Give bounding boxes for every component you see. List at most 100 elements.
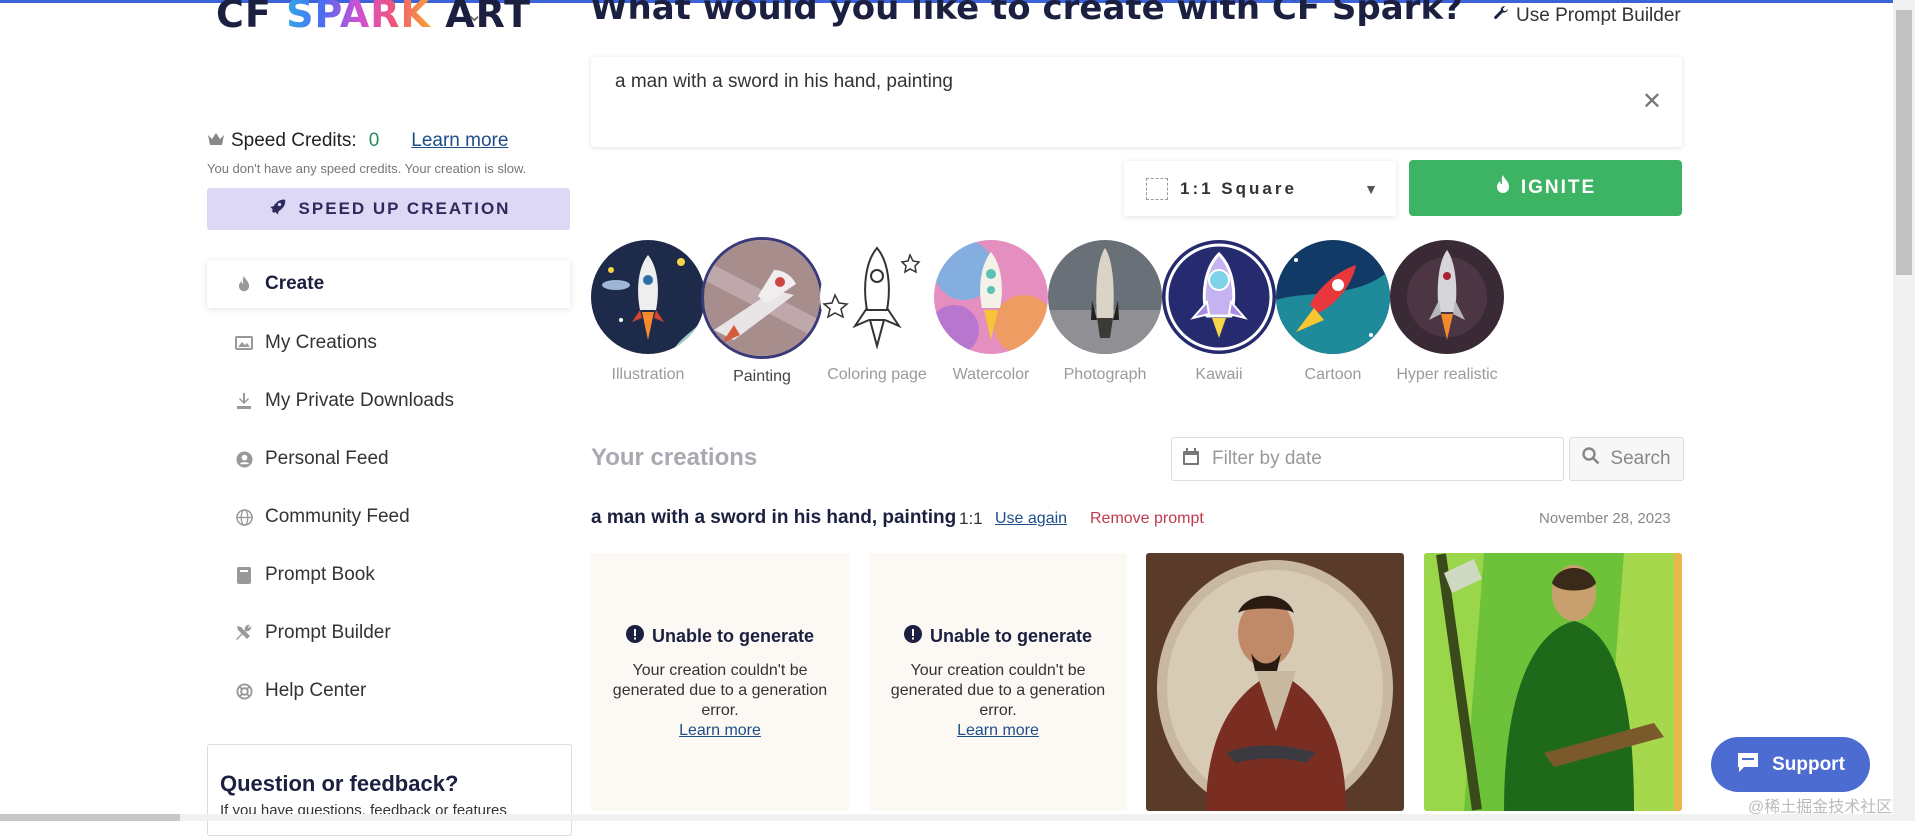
support-button[interactable]: Support — [1711, 737, 1870, 792]
error-description: Your creation couldn't be generated due … — [889, 661, 1107, 741]
images-icon — [235, 334, 253, 352]
photograph-thumbnail — [1048, 240, 1162, 354]
book-icon — [235, 566, 253, 584]
error-title-text: Unable to generate — [929, 626, 1093, 646]
kawaii-thumbnail — [1162, 240, 1276, 354]
style-hyper-realistic[interactable]: Hyper realistic — [1377, 240, 1517, 384]
chevron-down-icon[interactable]: ⌄ — [466, 2, 483, 27]
sidebar-nav: Create My Creations My Private Downloads… — [207, 260, 570, 720]
error-title: Unable to generate — [869, 625, 1127, 648]
sidebar-item-label: My Creations — [265, 332, 377, 353]
cartoon-thumbnail — [1276, 240, 1390, 354]
fire-icon — [1495, 175, 1511, 201]
wrench-icon — [1492, 4, 1510, 28]
hyper-realistic-thumbnail — [1390, 240, 1504, 354]
search-button[interactable]: Search — [1569, 437, 1684, 481]
use-prompt-builder-label: Use Prompt Builder — [1516, 5, 1681, 26]
ignite-label: IGNITE — [1520, 177, 1597, 198]
search-label: Search — [1610, 448, 1671, 469]
cf-spark-art-logo[interactable]: CF SPARK ART — [216, 0, 531, 36]
close-icon[interactable]: ✕ — [1642, 87, 1662, 116]
creation-error-card: Unable to generate Your creation couldn'… — [591, 553, 849, 811]
caret-down-icon: ▼ — [1364, 180, 1378, 197]
sidebar-item-help-center[interactable]: Help Center — [207, 662, 570, 720]
sidebar-item-personal-feed[interactable]: Personal Feed — [207, 430, 570, 488]
calendar-icon — [1182, 447, 1200, 471]
rocket-icon — [267, 197, 287, 222]
error-learn-more-link[interactable]: Learn more — [957, 722, 1039, 739]
feedback-card: Question or feedback? If you have questi… — [207, 744, 572, 836]
user-circle-icon — [235, 450, 253, 468]
use-prompt-builder-link[interactable]: Use Prompt Builder — [1492, 4, 1681, 28]
crown-icon — [207, 130, 225, 152]
vertical-scrollbar[interactable] — [1893, 0, 1915, 821]
speed-credits-learn-more-link[interactable]: Learn more — [411, 130, 508, 152]
search-icon — [1582, 447, 1600, 471]
exclamation-circle-icon — [625, 625, 644, 648]
creation-prompt-text: a man with a sword in his hand, painting — [591, 507, 957, 528]
remove-prompt-link[interactable]: Remove prompt — [1090, 510, 1204, 528]
filter-by-date-input[interactable] — [1210, 447, 1534, 471]
exclamation-circle-icon — [903, 625, 922, 648]
error-title-text: Unable to generate — [651, 626, 815, 646]
painting-thumbnail — [704, 240, 820, 356]
creation-image-portrait[interactable] — [1146, 553, 1404, 811]
creation-error-card: Unable to generate Your creation couldn'… — [869, 553, 1127, 811]
tools-icon — [235, 624, 253, 642]
error-text: Your creation couldn't be generated due … — [612, 662, 828, 719]
watercolor-thumbnail — [934, 240, 1048, 354]
creation-image-green-swordsman[interactable] — [1424, 553, 1682, 811]
prompt-input[interactable]: a man with a sword in his hand, painting — [615, 71, 953, 93]
ignite-button[interactable]: IGNITE — [1409, 160, 1682, 216]
support-label: Support — [1772, 753, 1845, 775]
logo-spark-text: SPARK — [286, 0, 431, 36]
creation-date: November 28, 2023 — [1539, 510, 1671, 527]
fire-icon — [235, 275, 253, 293]
chat-bubble-icon — [1736, 751, 1760, 779]
download-icon — [235, 392, 253, 410]
vertical-scrollbar-thumb[interactable] — [1896, 10, 1912, 275]
speed-credits-value: 0 — [368, 130, 380, 151]
error-description: Your creation couldn't be generated due … — [611, 661, 829, 741]
your-creations-heading: Your creations — [591, 444, 758, 471]
sidebar-item-label: Prompt Book — [265, 564, 375, 585]
sidebar-item-label: Create — [265, 273, 325, 294]
sidebar-item-create[interactable]: Create — [207, 260, 570, 308]
style-label: Hyper realistic — [1396, 366, 1498, 383]
logo-art-text: ART — [445, 0, 532, 36]
filter-by-date-field[interactable] — [1171, 437, 1564, 481]
horizontal-scrollbar[interactable] — [0, 814, 1893, 821]
sidebar-item-community-feed[interactable]: Community Feed — [207, 488, 570, 546]
sidebar-item-prompt-builder[interactable]: Prompt Builder — [207, 604, 570, 662]
prompt-input-box[interactable]: a man with a sword in his hand, painting… — [591, 57, 1682, 147]
sidebar-item-prompt-book[interactable]: Prompt Book — [207, 546, 570, 604]
aspect-ratio-select[interactable]: 1:1 Square ▼ — [1124, 161, 1396, 216]
speed-credits-note: You don't have any speed credits. Your c… — [207, 161, 527, 176]
coloring-page-thumbnail — [820, 240, 934, 354]
feedback-title: Question or feedback? — [220, 771, 459, 796]
speed-credits: Speed Credits: 0 Learn more — [207, 130, 508, 152]
speed-credits-label: Speed Credits: — [231, 130, 357, 151]
error-learn-more-link[interactable]: Learn more — [679, 722, 761, 739]
page-title: What would you like to create with CF Sp… — [590, 0, 1463, 28]
square-ratio-icon — [1146, 177, 1168, 200]
sidebar-item-my-creations[interactable]: My Creations — [207, 314, 570, 372]
use-again-link[interactable]: Use again — [995, 510, 1067, 528]
error-title: Unable to generate — [591, 625, 849, 648]
error-text: Your creation couldn't be generated due … — [890, 662, 1106, 719]
horizontal-scrollbar-thumb[interactable] — [0, 814, 180, 821]
sidebar-item-my-private-downloads[interactable]: My Private Downloads — [207, 372, 570, 430]
sidebar-item-label: Personal Feed — [265, 448, 389, 469]
logo-cf-text: CF — [216, 0, 272, 36]
sidebar-item-label: My Private Downloads — [265, 390, 455, 411]
sidebar-item-label: Community Feed — [265, 506, 410, 527]
globe-icon — [235, 508, 253, 526]
sidebar-item-label: Prompt Builder — [265, 622, 391, 643]
lifebuoy-icon — [235, 682, 253, 700]
creation-ratio: 1:1 — [959, 509, 983, 528]
illustration-thumbnail — [591, 240, 705, 354]
sidebar-item-label: Help Center — [265, 680, 367, 701]
speed-up-creation-label: SPEED UP CREATION — [298, 199, 511, 218]
aspect-ratio-label: 1:1 Square — [1180, 178, 1297, 198]
speed-up-creation-button[interactable]: SPEED UP CREATION — [207, 188, 570, 230]
